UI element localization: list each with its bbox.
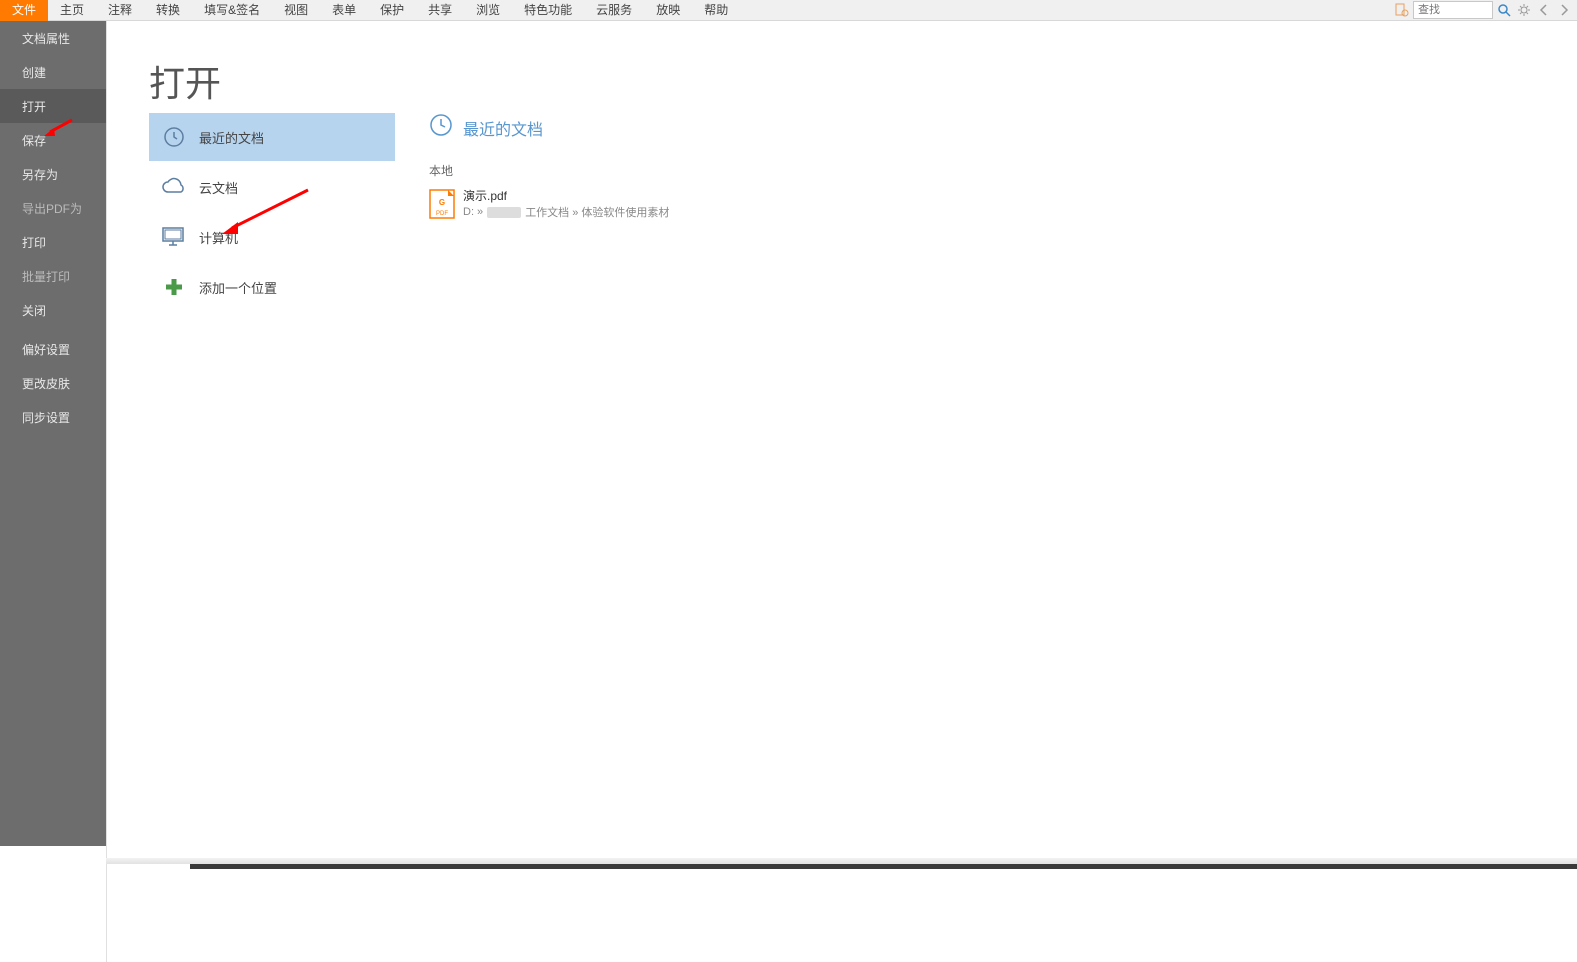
sidebar-item-8[interactable]: 关闭 xyxy=(0,293,106,327)
search-input[interactable] xyxy=(1413,1,1493,19)
content-area: 打开 最近的文档云文档计算机添加一个位置 最近的文档 本地 GPDF演示.pdf… xyxy=(106,21,1577,962)
menu-tab-9[interactable]: 浏览 xyxy=(464,0,512,21)
menu-tab-4[interactable]: 填写&签名 xyxy=(192,0,272,21)
sidebar-item-2[interactable]: 打开 xyxy=(0,89,106,123)
location-add[interactable]: 添加一个位置 xyxy=(149,263,395,311)
location-computer[interactable]: 计算机 xyxy=(149,213,395,261)
sidebar-item-9[interactable]: 偏好设置 xyxy=(0,332,106,366)
computer-icon xyxy=(161,224,187,250)
menu-tab-10[interactable]: 特色功能 xyxy=(512,0,584,21)
sidebar-item-1[interactable]: 创建 xyxy=(0,55,106,89)
next-icon[interactable] xyxy=(1555,1,1573,19)
svg-text:PDF: PDF xyxy=(436,211,448,217)
sidebar-item-4[interactable]: 另存为 xyxy=(0,157,106,191)
menu-tab-0[interactable]: 文件 xyxy=(0,0,48,21)
menu-tab-3[interactable]: 转换 xyxy=(144,0,192,21)
location-label: 添加一个位置 xyxy=(199,278,277,297)
location-label: 计算机 xyxy=(199,228,238,247)
search-icon[interactable] xyxy=(1495,1,1513,19)
menu-tab-11[interactable]: 云服务 xyxy=(584,0,644,21)
location-label: 云文档 xyxy=(199,178,238,197)
add-icon xyxy=(161,274,187,300)
location-label: 最近的文档 xyxy=(199,128,264,147)
menu-tab-1[interactable]: 主页 xyxy=(48,0,96,21)
menu-tab-2[interactable]: 注释 xyxy=(96,0,144,21)
clock-icon xyxy=(161,124,187,150)
menu-tab-6[interactable]: 表单 xyxy=(320,0,368,21)
sidebar-item-10[interactable]: 更改皮肤 xyxy=(0,366,106,400)
gear-icon[interactable] xyxy=(1515,1,1533,19)
menu-bar: 文件主页注释转换填写&签名视图表单保护共享浏览特色功能云服务放映帮助 xyxy=(0,0,1577,21)
menu-tab-5[interactable]: 视图 xyxy=(272,0,320,21)
search-doc-icon[interactable] xyxy=(1393,1,1411,19)
prev-icon[interactable] xyxy=(1535,1,1553,19)
file-sidebar: 文档属性创建打开保存另存为导出PDF为打印批量打印关闭偏好设置更改皮肤同步设置 xyxy=(0,21,106,846)
menu-tab-13[interactable]: 帮助 xyxy=(692,0,740,21)
sidebar-item-6[interactable]: 打印 xyxy=(0,225,106,259)
sidebar-item-5: 导出PDF为 xyxy=(0,191,106,225)
bottom-dark-strip xyxy=(190,864,1577,869)
location-list: 最近的文档云文档计算机添加一个位置 xyxy=(149,113,395,313)
menu-tab-12[interactable]: 放映 xyxy=(644,0,692,21)
recent-header: 最近的文档 xyxy=(463,116,543,140)
section-label-local: 本地 xyxy=(429,162,1557,179)
clock-icon xyxy=(429,113,453,142)
recent-panel: 最近的文档 本地 G PDF 演示.pdfD: » 工作文档 » 体验软件使用素材 xyxy=(429,113,1557,222)
location-cloud[interactable]: 云文档 xyxy=(149,163,395,211)
sidebar-item-11[interactable]: 同步设置 xyxy=(0,400,106,434)
svg-text:G: G xyxy=(439,198,445,207)
doc-path: D: » 工作文档 » 体验软件使用素材 xyxy=(463,204,669,220)
doc-name: 演示.pdf xyxy=(463,187,669,204)
sidebar-item-7: 批量打印 xyxy=(0,259,106,293)
sidebar-item-0[interactable]: 文档属性 xyxy=(0,21,106,55)
pdf-icon: G PDF xyxy=(429,189,455,219)
menu-tab-8[interactable]: 共享 xyxy=(416,0,464,21)
recent-doc-row[interactable]: G PDF 演示.pdfD: » 工作文档 » 体验软件使用素材 xyxy=(429,185,1557,222)
sidebar-item-3[interactable]: 保存 xyxy=(0,123,106,157)
menu-tab-7[interactable]: 保护 xyxy=(368,0,416,21)
cloud-icon xyxy=(161,174,187,200)
location-clock[interactable]: 最近的文档 xyxy=(149,113,395,161)
